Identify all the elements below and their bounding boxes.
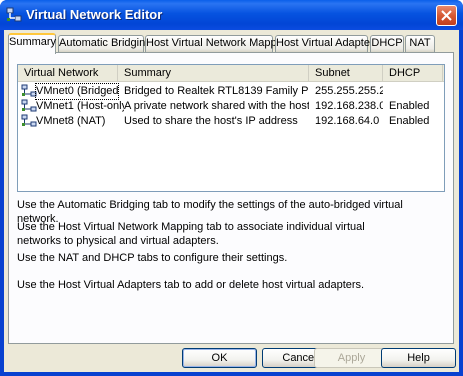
column-subnet[interactable]: Subnet: [309, 65, 383, 82]
info-host-virtual-adapters: Use the Host Virtual Adapters tab to add…: [17, 279, 365, 291]
dialog-window: Virtual Network Editor Summary Automatic…: [0, 0, 463, 376]
network-icon: [21, 114, 37, 128]
table-row[interactable]: VMnet8 (NAT) Used to share the host's IP…: [18, 114, 444, 129]
tab-host-virtual-adapters[interactable]: Host Virtual Adapters: [275, 35, 379, 52]
network-subnet: 192.168.238.0: [315, 100, 383, 112]
tab-strip: Summary Automatic Bridging Host Virtual …: [8, 33, 453, 54]
network-summary: Bridged to Realtek RTL8139 Family PCI F.…: [124, 85, 309, 97]
apply-button[interactable]: Apply: [314, 348, 389, 368]
network-name: VMnet0 (Bridged): [35, 83, 119, 100]
network-subnet: 192.168.64.0: [315, 115, 380, 127]
network-subnet: 255.255.255.2...: [315, 85, 383, 97]
network-name: VMnet8 (NAT): [36, 115, 106, 127]
tab-automatic-bridging[interactable]: Automatic Bridging: [58, 35, 151, 52]
network-dhcp: Enabled: [389, 100, 430, 112]
column-dhcp[interactable]: DHCP: [383, 65, 443, 82]
network-icon: [21, 99, 37, 113]
window-title: Virtual Network Editor: [26, 7, 163, 22]
tab-host-virtual-network-mapping[interactable]: Host Virtual Network Mapping: [145, 35, 291, 52]
network-summary: A private network shared with the host: [124, 100, 309, 112]
network-name: VMnet1 (Host-only): [36, 100, 124, 112]
tab-summary[interactable]: Summary: [8, 33, 56, 54]
network-summary: Used to share the host's IP address: [124, 115, 298, 127]
dialog-client: Summary Automatic Bridging Host Virtual …: [4, 30, 459, 372]
help-button[interactable]: Help: [381, 348, 456, 368]
table-row[interactable]: VMnet0 (Bridged) Bridged to Realtek RTL8…: [18, 83, 444, 100]
title-bar[interactable]: Virtual Network Editor: [0, 0, 463, 30]
tab-dhcp[interactable]: DHCP: [370, 35, 404, 52]
virtual-network-list[interactable]: Virtual Network Summary Subnet DHCP VMne…: [17, 64, 445, 192]
network-icon: [6, 7, 22, 23]
close-button[interactable]: [436, 5, 457, 26]
column-virtual-network[interactable]: Virtual Network: [18, 65, 118, 82]
summary-panel: Virtual Network Summary Subnet DHCP VMne…: [8, 52, 454, 344]
close-icon: [441, 10, 452, 21]
ok-button[interactable]: OK: [182, 348, 257, 368]
network-dhcp: Enabled: [389, 115, 430, 127]
info-host-virtual-network-mapping: Use the Host Virtual Network Mapping tab…: [17, 221, 365, 247]
table-row[interactable]: VMnet1 (Host-only) A private network sha…: [18, 99, 444, 114]
network-dhcp: [389, 84, 443, 99]
list-header: Virtual Network Summary Subnet DHCP: [18, 65, 444, 82]
network-icon: [21, 84, 37, 98]
info-nat-dhcp: Use the NAT and DHCP tabs to configure t…: [17, 252, 288, 264]
column-summary[interactable]: Summary: [118, 65, 309, 82]
tab-nat[interactable]: NAT: [405, 35, 435, 52]
